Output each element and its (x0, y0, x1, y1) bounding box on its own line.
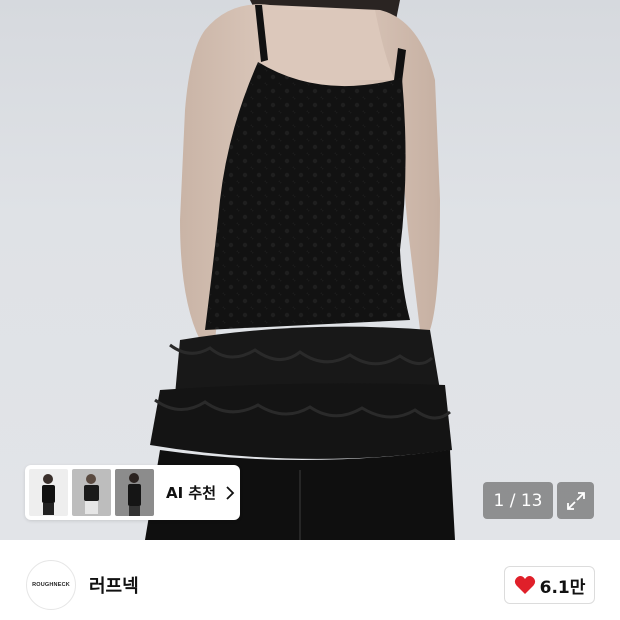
recommend-thumbnail-1[interactable] (29, 469, 68, 516)
product-detail-page: AI 추천 1 / 13 ROUGHNECK 러프넥 6.1만 (0, 0, 620, 620)
recommend-thumbnail-3[interactable] (115, 469, 154, 516)
thumbnail-image (29, 469, 68, 516)
brand-logo[interactable]: ROUGHNECK (26, 560, 76, 610)
heart-icon (514, 576, 535, 594)
brand-name[interactable]: 러프넥 (89, 572, 139, 598)
chevron-right-icon (226, 485, 235, 500)
expand-icon (566, 491, 585, 510)
product-image[interactable] (0, 0, 620, 540)
image-counter: 1 / 13 (483, 482, 553, 519)
like-count: 6.1만 (539, 577, 586, 598)
brand-logo-text: ROUGHNECK (32, 582, 70, 588)
ai-recommend-label: AI 추천 (166, 484, 217, 502)
like-button[interactable]: 6.1만 (504, 566, 595, 604)
ai-recommend-button[interactable]: AI 추천 (25, 465, 240, 520)
recommend-thumbnail-2[interactable] (72, 469, 111, 516)
expand-button[interactable] (557, 482, 594, 519)
thumbnail-image (72, 469, 111, 516)
model-photo (145, 0, 455, 540)
thumbnail-image (115, 469, 154, 516)
